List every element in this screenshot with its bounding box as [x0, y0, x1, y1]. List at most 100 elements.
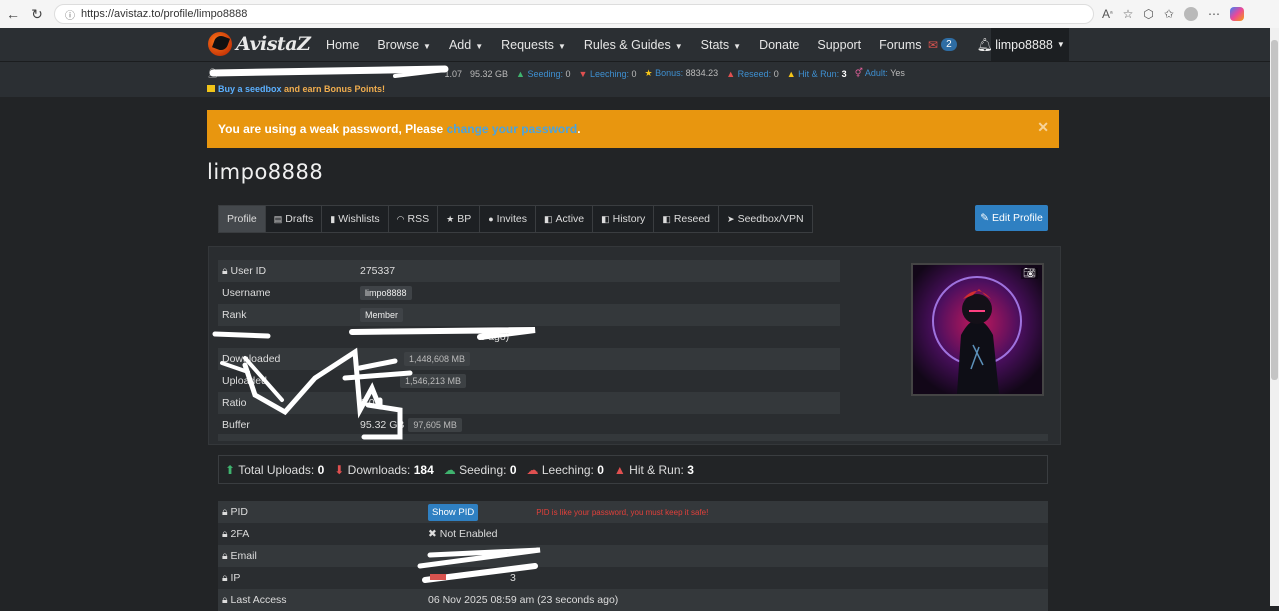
stats-reseed-label[interactable]: Reseed:: [738, 69, 772, 79]
stats-leeching-value: 0: [631, 68, 637, 79]
torrent-totals-bar: ⬆ Total Uploads: 0 ⬇ Downloads: 184 ☁ Se…: [218, 455, 1048, 484]
lock-icon: 🔒︎: [222, 549, 228, 562]
favorites-icon[interactable]: ✩: [1164, 7, 1174, 21]
logo-emblem-icon: [208, 32, 232, 56]
nav-notifications: ✉ 2 🔔︎: [928, 28, 993, 61]
tab-bp[interactable]: ★ BP: [438, 206, 481, 232]
table-row: 🔒︎ Last Access 06 Nov 2025 08:59 am (23 …: [218, 589, 1048, 611]
tab-icon: ➤: [727, 213, 735, 224]
ip-label: IP: [230, 571, 241, 584]
nav-item-stats[interactable]: Stats ▼: [701, 38, 741, 52]
back-icon[interactable]: ←: [2, 3, 24, 25]
mail-icon[interactable]: ✉: [928, 38, 938, 52]
lock-icon: 🔒︎: [222, 264, 228, 277]
address-bar[interactable]: ⓘ https://avistaz.to/profile/limpo8888: [54, 4, 1094, 24]
upload-icon: ⬆: [225, 462, 236, 477]
stats-bonus-value: 8834.23: [685, 68, 719, 78]
seedbox-link[interactable]: Buy a seedbox: [218, 84, 282, 94]
reseed-warning-icon: ▲: [726, 68, 736, 79]
table-row: 🔒︎ User ID 275337: [218, 260, 840, 282]
browser-actions: Aₐ ☆ ⬡ ✩ ⋯: [1102, 7, 1244, 21]
buffer-mb: 97,605 MB: [408, 418, 462, 432]
user-dropdown[interactable]: limpo8888 ▼: [991, 28, 1069, 61]
table-row: Username limpo8888: [218, 282, 840, 304]
nav-item-support[interactable]: Support: [817, 38, 861, 52]
tab-active[interactable]: ◧ Active: [536, 206, 594, 232]
stats-leeching-label[interactable]: Leeching:: [590, 69, 629, 79]
bonus-star-icon: ★: [644, 68, 653, 78]
seeding-icon: ▲: [516, 68, 525, 79]
tab-profile[interactable]: Profile: [219, 206, 266, 232]
scrollbar-thumb[interactable]: [1271, 40, 1278, 380]
download-icon: ⬇: [334, 462, 345, 477]
main-menu: Home Browse ▼ Add ▼ Requests ▼ Rules & Guides ▼ S…: [326, 28, 940, 61]
nav-item-home[interactable]: Home: [326, 38, 359, 52]
nav-item-browse[interactable]: Browse ▼: [377, 38, 431, 52]
nav-item-forums[interactable]: Forums: [879, 38, 921, 52]
tab-label: Drafts: [285, 213, 314, 225]
tab-drafts[interactable]: ▤ Drafts: [266, 206, 323, 232]
tab-label: Profile: [227, 213, 257, 225]
table-row: Buffer 95.32 GB 97,605 MB: [218, 414, 840, 436]
alert-text-before: You are using a weak password, Please: [218, 122, 444, 136]
tab-icon: ◧: [662, 213, 671, 224]
favorite-star-icon[interactable]: ☆: [1123, 7, 1134, 21]
stats-hitrun-label[interactable]: Hit & Run:: [798, 69, 839, 79]
uploaded-label: Uploaded: [222, 375, 267, 387]
tab-reseed[interactable]: ◧ Reseed: [654, 206, 720, 232]
twofa-value: Not Enabled: [439, 528, 498, 540]
change-password-link[interactable]: change your password: [447, 122, 578, 136]
browser-toolbar: ← ↻ ⓘ https://avistaz.to/profile/limpo88…: [0, 0, 1279, 29]
extensions-icon[interactable]: ⬡: [1143, 7, 1153, 21]
nav-item-donate[interactable]: Donate: [759, 38, 799, 52]
nav-item-add[interactable]: Add ▼: [449, 38, 483, 52]
reload-icon[interactable]: ↻: [26, 3, 48, 25]
cloud-upload-icon: ☁: [443, 462, 456, 477]
profile-info-table: 🔒︎ User ID 275337 Username limpo8888 Ran…: [218, 260, 840, 436]
stats-seeding-label[interactable]: Seeding:: [527, 69, 563, 79]
lock-icon: 🔒︎: [222, 571, 228, 584]
site-navbar: AvistaZ Home Browse ▼ Add ▼ Requests ▼ Rules & …: [0, 28, 1270, 62]
close-icon[interactable]: ✕: [1037, 119, 1049, 136]
site-logo[interactable]: AvistaZ: [208, 32, 311, 56]
tab-rss[interactable]: ◠ RSS: [389, 206, 439, 232]
buffer-label: Buffer: [222, 419, 250, 431]
logo-text: AvistaZ: [236, 33, 311, 55]
tab-history[interactable]: ◧ History: [593, 206, 655, 232]
table-row: 🔒︎ IP 3: [218, 567, 1048, 589]
nav-item-label: Forums: [879, 37, 922, 52]
profile-avatar[interactable]: 📷︎: [911, 263, 1044, 396]
lock-icon: 🔒︎: [222, 505, 228, 518]
site-info-icon[interactable]: ⓘ: [65, 7, 75, 22]
mail-count-badge[interactable]: 2: [941, 38, 957, 51]
url-text: https://avistaz.to/profile/limpo8888: [81, 8, 248, 20]
user-icon: 👤︎: [207, 68, 219, 78]
browser-profile-icon[interactable]: [1183, 7, 1198, 21]
stats-reseed-value: 0: [773, 68, 779, 79]
edit-profile-button[interactable]: ✎ Edit Profile: [975, 205, 1048, 231]
user-id-label: User ID: [230, 264, 267, 277]
stats-hitrun-value: 3: [841, 68, 847, 79]
tab-invites[interactable]: ● Invites: [480, 206, 537, 232]
downloads-value: 184: [413, 462, 434, 477]
stats-buffer: 95.32 GB: [469, 68, 508, 79]
read-aloud-icon[interactable]: Aₐ: [1102, 7, 1113, 21]
tab-wishlists[interactable]: ▮ Wishlists: [322, 206, 389, 232]
nav-item-label: Stats: [700, 37, 730, 52]
show-pid-button[interactable]: Show PID: [428, 503, 479, 521]
stats-adult-label[interactable]: Adult:: [865, 68, 888, 78]
chevron-down-icon: ▼: [674, 41, 683, 51]
more-menu-icon[interactable]: ⋯: [1208, 7, 1220, 21]
camera-icon[interactable]: 📷︎: [1021, 268, 1038, 279]
seedbox-promo: Buy a seedbox and earn Bonus Points!: [207, 84, 385, 94]
chevron-down-icon: ▼: [475, 41, 484, 51]
nav-item-requests[interactable]: Requests ▼: [501, 38, 566, 52]
total-uploads-label: Total Uploads:: [238, 462, 315, 477]
pid-note: PID is like your password, you must keep…: [536, 507, 709, 517]
copilot-icon[interactable]: [1229, 7, 1244, 21]
nav-item-rules-guides[interactable]: Rules & Guides ▼: [584, 38, 683, 52]
tab-seedbox-vpn[interactable]: ➤ Seedbox/VPN: [719, 206, 812, 232]
stats-bonus-label[interactable]: Bonus:: [655, 68, 683, 78]
stats-seeding-value: 0: [565, 68, 571, 79]
nav-item-label: Donate: [759, 37, 800, 52]
